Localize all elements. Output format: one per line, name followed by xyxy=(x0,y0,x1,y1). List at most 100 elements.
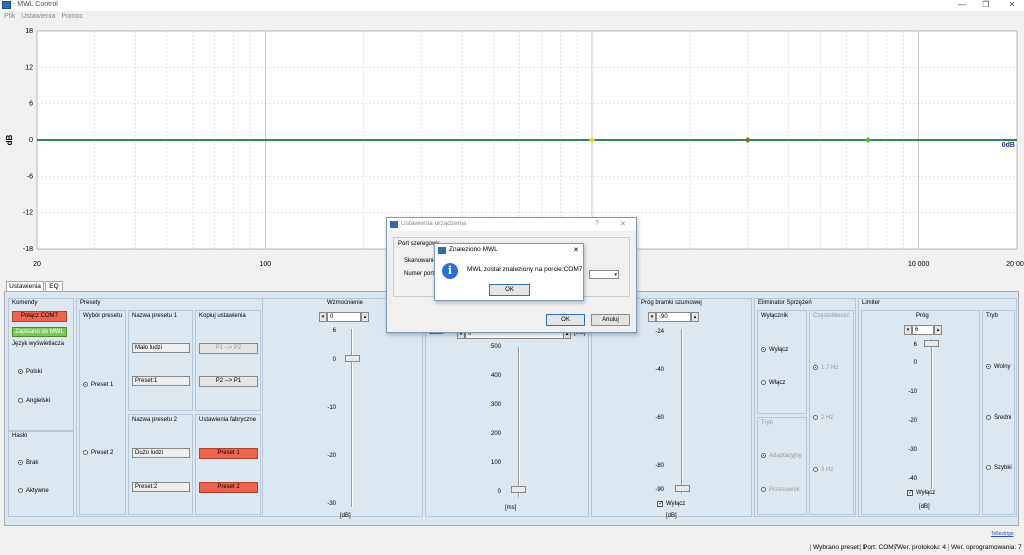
dialog2-app-icon xyxy=(438,247,446,254)
limiter-medium-label: Średni xyxy=(994,415,1012,421)
y-tick-label: -6 xyxy=(27,173,33,180)
password-group: Hasło Brak Aktywne xyxy=(8,431,74,517)
feedback-freq-title: Częstotliwość xyxy=(813,313,850,319)
dialog-close-icon[interactable]: ✕ xyxy=(620,220,626,228)
factory-preset1-button[interactable]: Preset 1 xyxy=(199,448,258,459)
maximize-icon[interactable]: ❐ xyxy=(978,0,994,10)
mode-adaptive-radio[interactable] xyxy=(761,453,766,458)
limiter-medium-radio[interactable] xyxy=(986,415,991,420)
menu-settings[interactable]: Ustawienia xyxy=(21,11,55,23)
limiter-off-label: Wyłącz xyxy=(916,490,936,496)
status-port: Port: COM7 xyxy=(860,544,897,551)
close-icon[interactable]: ✕ xyxy=(1004,0,1020,10)
mwl-found-message: MWL został znaleziony na porcie:COM7 xyxy=(467,266,583,273)
feedback-mode-title: Tryb xyxy=(761,420,773,426)
copy-p2-to-p1-button[interactable]: P2 --> P1 xyxy=(199,376,258,387)
limiter-slider-track[interactable] xyxy=(931,339,933,489)
gate-value-input[interactable]: -90 xyxy=(656,312,691,322)
preset1-radio[interactable] xyxy=(83,382,88,387)
gate-up-icon[interactable]: ▴ xyxy=(691,312,699,322)
gain-value-input[interactable]: 0 xyxy=(327,312,361,322)
limiter-slow-radio[interactable] xyxy=(986,364,991,369)
feedback-mode-group: Tryb Adaptacyjny Przesuwnik xyxy=(757,417,807,515)
factory-settings-title: Ustawienia fabryczne xyxy=(199,417,257,423)
freq-2-label: 2 Hz xyxy=(821,415,834,421)
gate-down-icon[interactable]: ▾ xyxy=(648,312,656,322)
limiter-down-icon[interactable]: ▾ xyxy=(904,325,912,335)
gain-up-icon[interactable]: ▴ xyxy=(361,312,369,322)
feedback-on-radio[interactable] xyxy=(761,380,766,385)
factory-preset2-button[interactable]: Preset 2 xyxy=(199,482,258,493)
feedback-on-label: Włącz xyxy=(769,380,786,386)
gain-down-icon[interactable]: ▾ xyxy=(319,312,327,322)
noise-gate-title: Próg bramki szumowej xyxy=(641,300,702,306)
limiter-off-checkbox[interactable]: ✓ xyxy=(907,490,913,496)
preset1-name-title: Nazwa presetu 1 xyxy=(132,313,178,319)
gain-tick: -20 xyxy=(327,453,336,459)
mwl-dialog-close-icon[interactable]: ✕ xyxy=(573,246,579,254)
limiter-slider-thumb[interactable] xyxy=(924,340,939,347)
help-icon[interactable]: ? xyxy=(595,220,599,227)
lang-english-radio[interactable] xyxy=(18,398,23,403)
limiter-title: Limiter xyxy=(862,300,881,306)
preset1-name-input[interactable]: Mało ludzi xyxy=(132,343,190,353)
limiter-tick: -30 xyxy=(908,447,917,453)
minimize-icon[interactable]: — xyxy=(954,0,970,10)
delay-tick: 200 xyxy=(490,431,501,437)
copy-p1-to-p2-button[interactable]: P1 --> P2 xyxy=(199,343,258,354)
app-icon xyxy=(2,1,11,9)
y-tick-label: 12 xyxy=(25,64,33,71)
vendor-link[interactable]: Tellestrigo xyxy=(991,531,1014,537)
password-title: Hasło xyxy=(12,433,28,439)
save-to-device-button[interactable]: Zapisano do MWL xyxy=(12,327,67,337)
gate-slider-track[interactable] xyxy=(681,329,683,494)
dialog-cancel-button[interactable]: Anuluj xyxy=(591,314,630,326)
y-axis-label: dB xyxy=(5,134,14,145)
presets-group: Presety Wybór presetu Preset 1 Preset 2 … xyxy=(76,298,264,517)
gain-tick: -30 xyxy=(327,501,336,507)
gate-tick: -60 xyxy=(655,415,664,421)
limiter-fast-label: Szybki xyxy=(994,465,1012,471)
menu-help[interactable]: Pomoc xyxy=(61,11,83,23)
limiter-fast-radio[interactable] xyxy=(986,465,991,470)
freq-1-radio[interactable] xyxy=(813,365,818,370)
gain-tick: -10 xyxy=(327,405,336,411)
limiter-up-icon[interactable]: ▴ xyxy=(934,325,942,335)
delay-unit-bottom: [ms] xyxy=(505,505,517,511)
preset2-radio[interactable] xyxy=(83,450,88,455)
gate-off-checkbox[interactable]: ✓ xyxy=(657,501,663,507)
gain-slider-thumb[interactable] xyxy=(345,355,360,362)
lang-polish-radio[interactable] xyxy=(18,369,23,374)
delay-slider-track[interactable] xyxy=(518,347,520,497)
preset2-label: Preset 2 xyxy=(91,450,114,456)
gain-unit: [dB] xyxy=(340,513,351,519)
delay-slider-thumb[interactable] xyxy=(511,486,526,493)
connect-button[interactable]: Połącz COM7 xyxy=(12,311,67,322)
password-none-radio[interactable] xyxy=(18,460,23,465)
y-tick-label: -12 xyxy=(23,210,33,217)
freq-2-radio[interactable] xyxy=(813,415,818,420)
menu-bar: Plik Ustawienia Pomoc xyxy=(0,11,1024,23)
feedback-off-radio[interactable] xyxy=(761,347,766,352)
gain-title: Wzmocnienie xyxy=(327,300,364,306)
gate-tick: -90 xyxy=(655,487,664,493)
mwl-ok-button[interactable]: OK xyxy=(489,284,530,296)
freq-3-label: 3 Hz xyxy=(821,467,834,473)
delay-tick: 0 xyxy=(497,489,501,495)
gate-tick: -24 xyxy=(655,329,664,335)
gate-tick: -40 xyxy=(655,367,664,373)
mode-shifter-radio[interactable] xyxy=(761,487,766,492)
info-icon: i xyxy=(442,263,458,279)
gate-off-label: Wyłącz xyxy=(666,501,686,507)
delay-tick: 400 xyxy=(490,373,501,379)
preset2-name-input[interactable]: Dużo ludzi xyxy=(132,448,190,458)
port-select[interactable]: ▾ xyxy=(589,270,619,279)
gate-slider-thumb[interactable] xyxy=(675,485,690,492)
freq-3-radio[interactable] xyxy=(813,467,818,472)
password-active-radio[interactable] xyxy=(18,488,23,493)
dialog-ok-button[interactable]: OK xyxy=(546,314,585,326)
status-bar: Wybrano preset: 1 Port: COM7 Wer. protok… xyxy=(0,542,1024,555)
status-firmware: Wer. oprogramowania: 7 xyxy=(948,544,1022,551)
limiter-value-input[interactable]: 6 xyxy=(912,325,934,335)
menu-file[interactable]: Plik xyxy=(4,11,15,23)
